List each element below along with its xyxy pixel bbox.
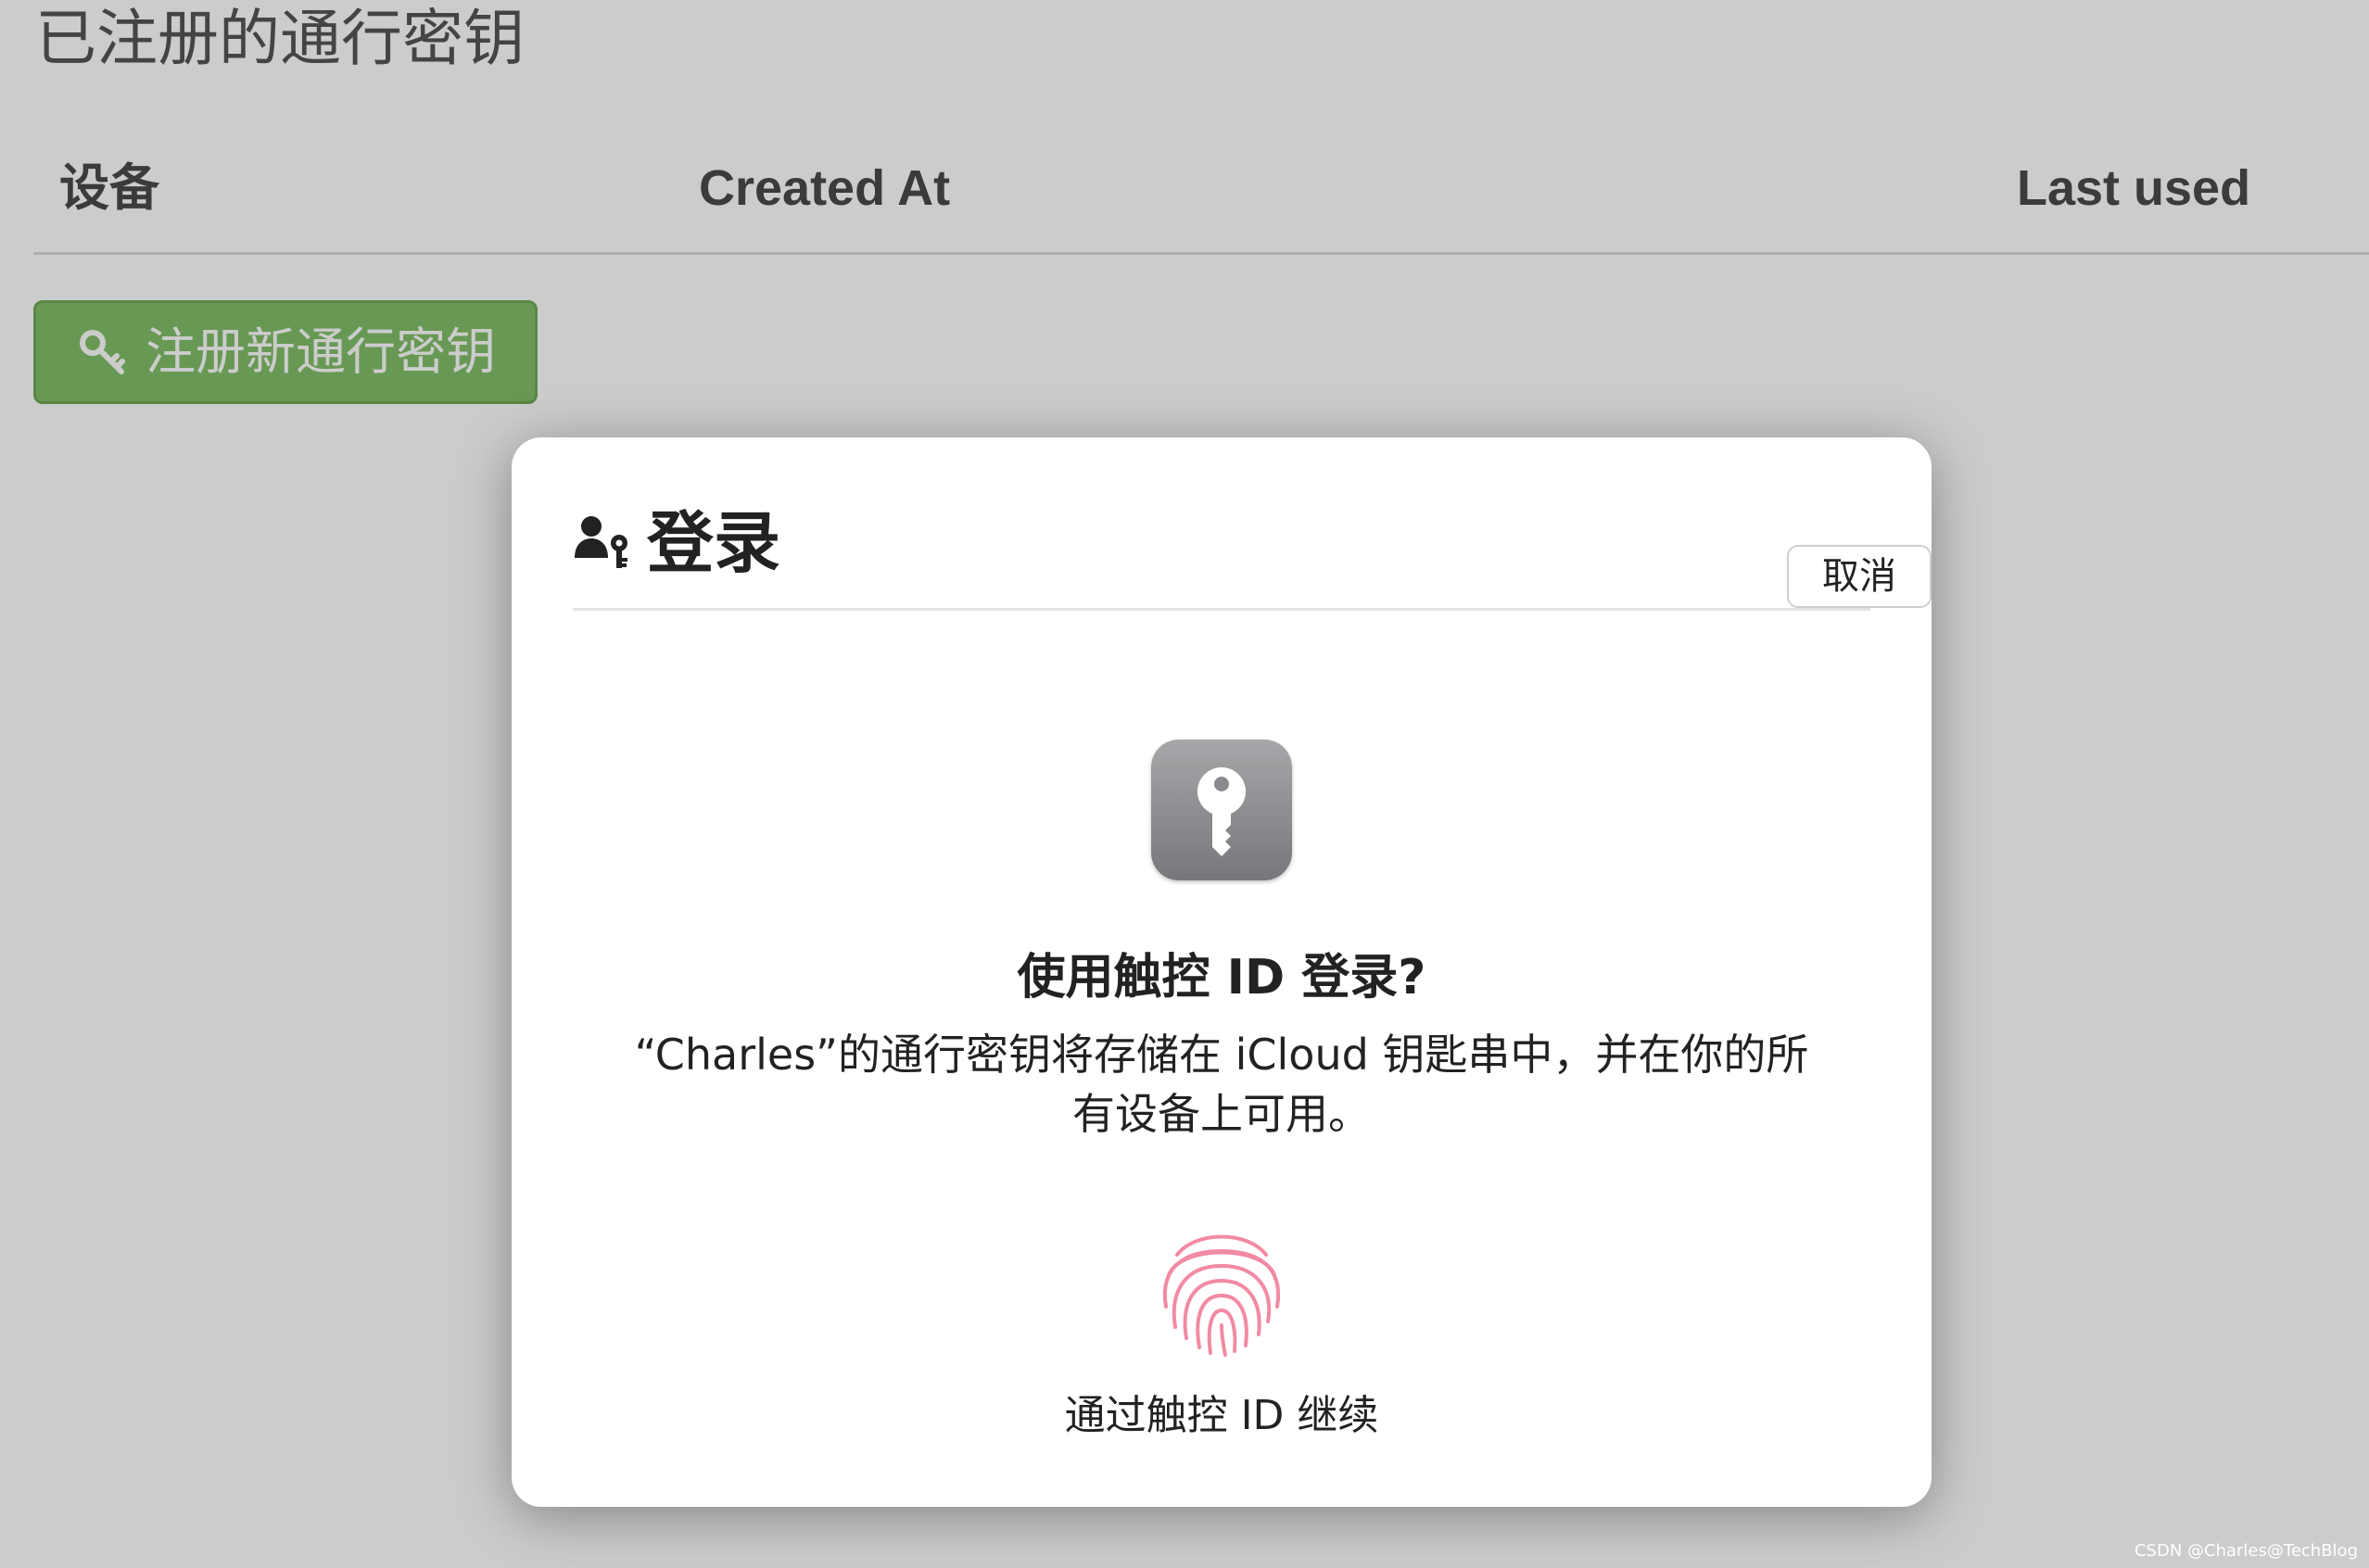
dialog-title: 登录 <box>647 504 781 582</box>
dialog-divider <box>573 608 1870 611</box>
fingerprint-icon[interactable] <box>1149 1218 1294 1362</box>
touch-id-prompt-message: “Charles”的通行密钥将存储在 iCloud 钥匙串中，并在你的所有设备上… <box>634 1030 1809 1139</box>
continue-with-touch-id-label[interactable]: 通过触控 ID 继续 <box>512 1386 1932 1446</box>
sign-in-dialog: 登录 取消 使用触控 ID 登录? “Charles”的通行密钥将存储在 iCl… <box>512 437 1932 1507</box>
passwords-key-app-icon <box>1151 740 1292 880</box>
user-key-icon <box>573 512 632 571</box>
cancel-button[interactable]: 取消 <box>1787 545 1932 608</box>
watermark-text: CSDN @Charles@TechBlog <box>2134 1541 2358 1561</box>
touch-id-prompt-title: 使用触控 ID 登录? <box>1017 950 1426 1005</box>
dialog-header: 登录 取消 <box>573 489 1932 608</box>
